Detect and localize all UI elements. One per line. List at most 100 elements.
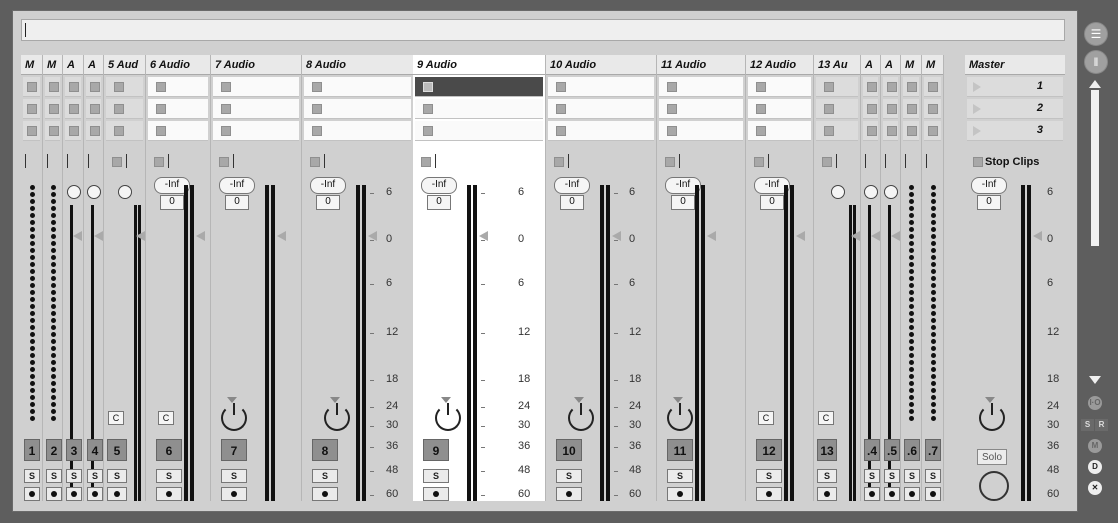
clip-slot[interactable] bbox=[903, 121, 919, 141]
clip-slot[interactable] bbox=[883, 99, 898, 119]
track-title[interactable]: A bbox=[84, 55, 103, 75]
clip-slot[interactable] bbox=[45, 99, 60, 119]
track-activator-button[interactable]: 8 bbox=[312, 439, 338, 461]
solo-button[interactable]: S bbox=[556, 469, 582, 483]
track-title[interactable]: A bbox=[861, 55, 880, 75]
vertical-scrollbar[interactable] bbox=[1091, 90, 1099, 246]
track-activator-button[interactable]: 2 bbox=[46, 439, 62, 461]
solo-cue-switch[interactable]: Solo bbox=[977, 449, 1007, 465]
mixer-toggle[interactable]: M bbox=[1088, 439, 1102, 453]
track-activator-button[interactable]: 4 bbox=[87, 439, 103, 461]
clip-slot[interactable] bbox=[748, 121, 811, 141]
crossfade-assign-button[interactable]: C bbox=[158, 411, 174, 425]
solo-button[interactable]: S bbox=[884, 469, 900, 483]
clip-slot[interactable] bbox=[903, 77, 919, 97]
track-activator-button[interactable]: 1 bbox=[24, 439, 40, 461]
clip-slot[interactable] bbox=[415, 77, 543, 97]
track-title[interactable]: A bbox=[63, 55, 83, 75]
scroll-up-icon[interactable] bbox=[1089, 80, 1101, 88]
volume-fader-icon[interactable] bbox=[851, 231, 860, 241]
clip-slot[interactable] bbox=[106, 77, 143, 97]
send-knob[interactable] bbox=[118, 185, 132, 199]
clip-slot[interactable] bbox=[816, 99, 858, 119]
clip-slot[interactable] bbox=[748, 77, 811, 97]
clip-slot[interactable] bbox=[415, 121, 543, 141]
clip-slot[interactable] bbox=[903, 99, 919, 119]
track-stop-row[interactable] bbox=[23, 151, 40, 171]
clip-slot[interactable] bbox=[23, 77, 40, 97]
arm-button[interactable] bbox=[925, 487, 941, 501]
track-stop-row[interactable] bbox=[86, 151, 101, 171]
menu-icon[interactable]: ☰ bbox=[1084, 22, 1108, 46]
track-stop-row[interactable] bbox=[659, 151, 743, 171]
clip-slot[interactable] bbox=[45, 121, 60, 141]
track-stop-row[interactable] bbox=[148, 151, 208, 171]
arm-button[interactable] bbox=[24, 487, 40, 501]
clip-slot[interactable] bbox=[659, 99, 743, 119]
track-stop-row[interactable] bbox=[903, 151, 919, 171]
clip-slot[interactable] bbox=[23, 99, 40, 119]
track-title[interactable]: 8 Audio bbox=[302, 55, 413, 75]
volume-value[interactable]: -Inf bbox=[310, 177, 346, 194]
arm-button[interactable] bbox=[156, 487, 182, 501]
track-title[interactable]: 7 Audio bbox=[211, 55, 301, 75]
clip-slot[interactable] bbox=[65, 121, 81, 141]
io-toggle[interactable]: I·O bbox=[1088, 396, 1102, 410]
arm-button[interactable] bbox=[66, 487, 82, 501]
arm-button[interactable] bbox=[46, 487, 62, 501]
delay-toggle[interactable]: D bbox=[1088, 460, 1102, 474]
solo-button[interactable]: S bbox=[66, 469, 82, 483]
track-stop-row[interactable] bbox=[415, 151, 543, 171]
solo-button[interactable]: S bbox=[107, 469, 127, 483]
crossfade-assign-button[interactable]: C bbox=[108, 411, 124, 425]
pan-value[interactable]: 0 bbox=[760, 195, 784, 210]
volume-fader-icon[interactable] bbox=[94, 231, 103, 241]
arm-button[interactable] bbox=[221, 487, 247, 501]
arm-button[interactable] bbox=[423, 487, 449, 501]
track-title[interactable]: 10 Audio bbox=[546, 55, 656, 75]
clip-slot[interactable] bbox=[304, 121, 411, 141]
volume-fader-icon[interactable] bbox=[196, 231, 205, 241]
track-title[interactable]: 5 Aud bbox=[104, 55, 145, 75]
master-volume-value[interactable]: -Inf bbox=[971, 177, 1007, 194]
send-knob[interactable] bbox=[66, 185, 81, 199]
clip-slot[interactable] bbox=[415, 99, 543, 119]
clip-slot[interactable] bbox=[863, 121, 878, 141]
clip-slot[interactable] bbox=[45, 77, 60, 97]
solo-button[interactable]: S bbox=[156, 469, 182, 483]
clip-slot[interactable] bbox=[863, 77, 878, 97]
scene-launch[interactable]: 2 bbox=[967, 99, 1063, 119]
solo-button[interactable]: S bbox=[667, 469, 693, 483]
solo-button[interactable]: S bbox=[423, 469, 449, 483]
clip-slot[interactable] bbox=[213, 77, 299, 97]
volume-fader-icon[interactable] bbox=[871, 231, 880, 241]
clip-slot[interactable] bbox=[86, 121, 101, 141]
pan-value[interactable]: 0 bbox=[316, 195, 340, 210]
solo-button[interactable]: S bbox=[904, 469, 920, 483]
track-stop-row[interactable] bbox=[65, 151, 81, 171]
arm-button[interactable] bbox=[556, 487, 582, 501]
track-title[interactable]: 11 Audio bbox=[657, 55, 745, 75]
scroll-down-icon[interactable] bbox=[1089, 376, 1101, 384]
master-pan-value[interactable]: 0 bbox=[977, 195, 1001, 210]
clip-slot[interactable] bbox=[548, 121, 654, 141]
clip-slot[interactable] bbox=[23, 121, 40, 141]
clip-slot[interactable] bbox=[148, 99, 208, 119]
clip-slot[interactable] bbox=[65, 77, 81, 97]
solo-button[interactable]: S bbox=[756, 469, 782, 483]
volume-fader-icon[interactable] bbox=[73, 231, 82, 241]
crossfader-toggle[interactable]: ✕ bbox=[1088, 481, 1102, 495]
track-stop-row[interactable] bbox=[883, 151, 898, 171]
sends-toggle[interactable]: S bbox=[1081, 419, 1094, 431]
solo-button[interactable]: S bbox=[312, 469, 338, 483]
track-stop-row[interactable] bbox=[106, 151, 143, 171]
track-stop-row[interactable] bbox=[213, 151, 299, 171]
volume-value[interactable]: -Inf bbox=[219, 177, 255, 194]
clip-slot[interactable] bbox=[883, 121, 898, 141]
clip-slot[interactable] bbox=[86, 77, 101, 97]
track-activator-button[interactable]: 3 bbox=[66, 439, 82, 461]
pan-value[interactable]: 0 bbox=[160, 195, 184, 210]
send-knob[interactable] bbox=[87, 185, 101, 199]
arm-button[interactable] bbox=[667, 487, 693, 501]
clip-slot[interactable] bbox=[816, 121, 858, 141]
